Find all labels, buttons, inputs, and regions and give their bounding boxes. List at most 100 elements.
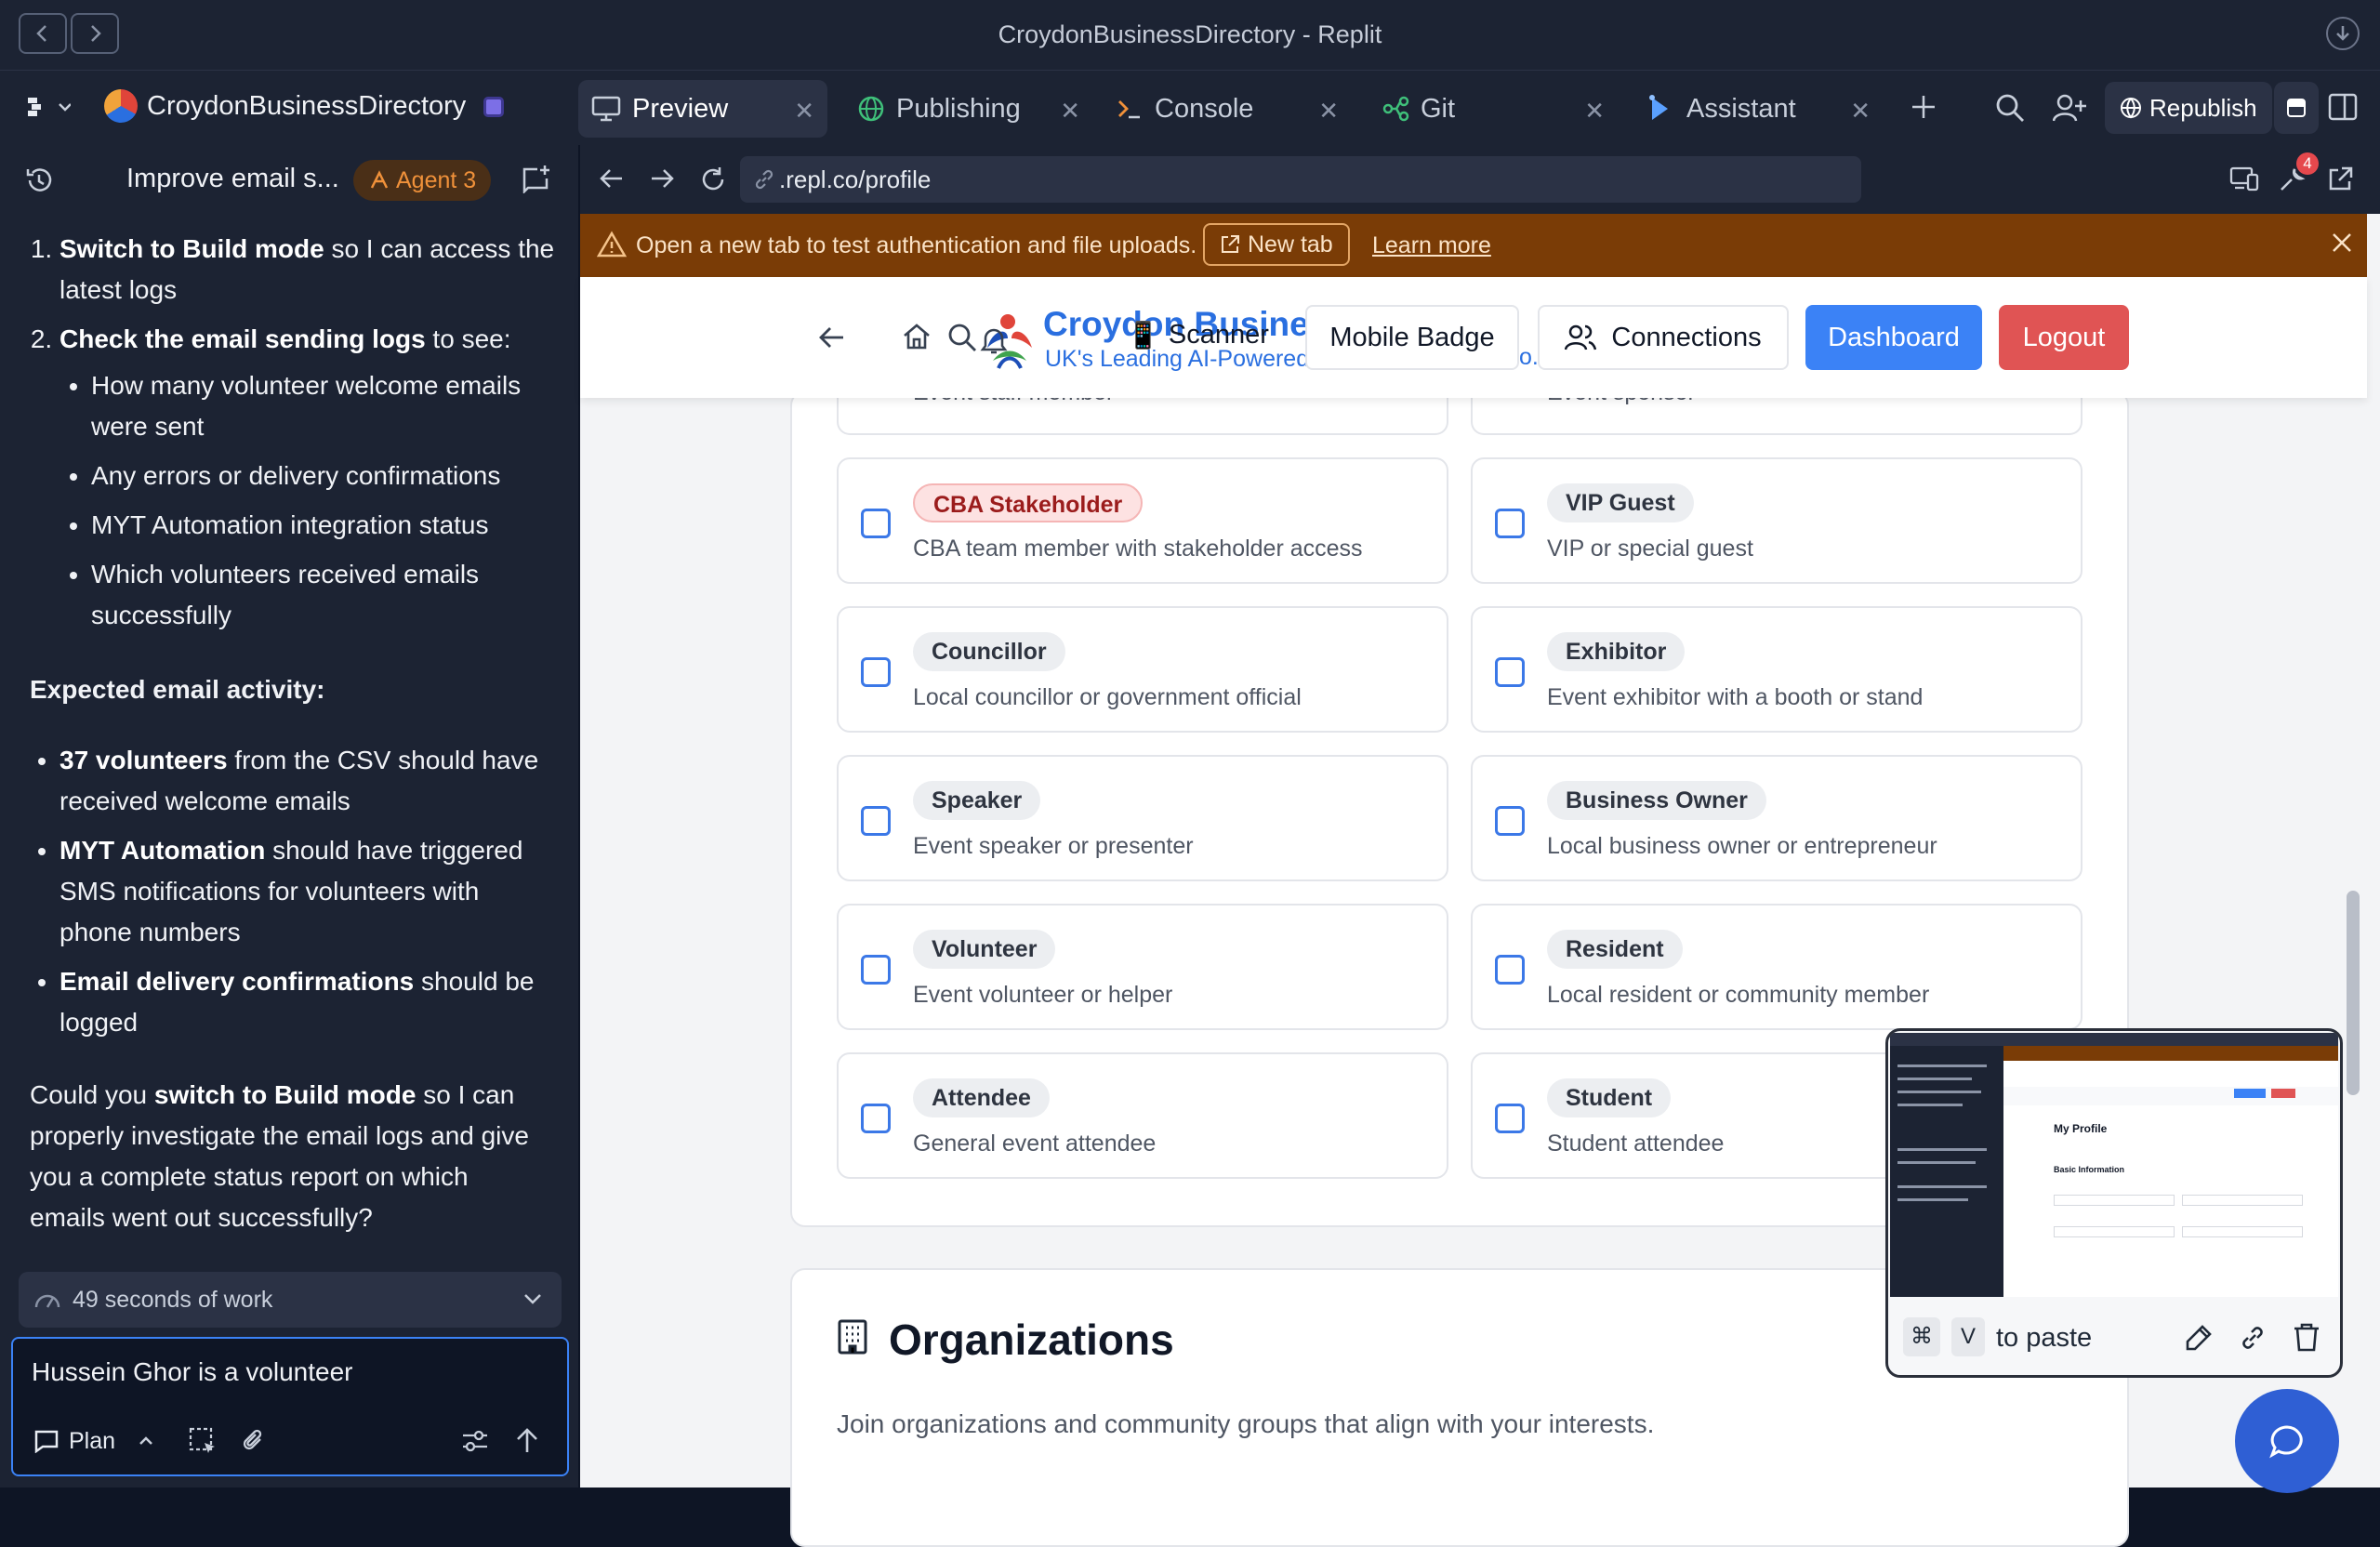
mobile-badge-button[interactable]: Mobile Badge	[1305, 305, 1519, 370]
role-checkbox[interactable]	[1495, 509, 1525, 538]
role-description: VIP or special guest	[1547, 536, 1753, 562]
close-icon[interactable]: ✕	[794, 97, 814, 126]
back-button[interactable]	[599, 165, 625, 192]
new-tab-button[interactable]	[1910, 93, 1937, 121]
mode-selector[interactable]: Plan	[33, 1422, 154, 1460]
role-card[interactable]: Councillor Local councillor or government…	[837, 606, 1448, 733]
role-checkbox[interactable]	[1495, 1104, 1525, 1133]
agent-badge[interactable]: Agent 3	[353, 160, 492, 201]
composer-input[interactable]: Hussein Ghor is a volunteer	[32, 1357, 353, 1387]
work-summary-toggle[interactable]: 49 seconds of work	[19, 1272, 562, 1328]
role-checkbox[interactable]	[861, 955, 891, 985]
download-icon	[2336, 26, 2349, 41]
v-key: V	[1951, 1317, 1985, 1356]
dashboard-button[interactable]: Dashboard	[1805, 305, 1982, 370]
role-card[interactable]: Resident Local resident or community memb…	[1471, 904, 2082, 1030]
role-description: General event attendee	[913, 1130, 1157, 1157]
tab-assistant[interactable]: Assistant ✕	[1634, 80, 1884, 138]
arrow-left-icon	[819, 327, 843, 348]
expected-list: 37 volunteers from the CSV should have r…	[28, 740, 558, 1051]
tab-publishing[interactable]: Publishing ✕	[844, 80, 1093, 138]
chat-title[interactable]: Improve email s...	[126, 164, 339, 194]
connections-button[interactable]: Connections	[1538, 305, 1789, 370]
close-icon[interactable]: ✕	[1318, 97, 1339, 126]
select-element-button[interactable]	[188, 1426, 218, 1456]
sliders-icon	[463, 1430, 487, 1452]
invite-button[interactable]	[2053, 93, 2086, 123]
back-button[interactable]	[818, 325, 846, 350]
replit-menu-icon	[28, 98, 71, 116]
history-button[interactable]	[24, 165, 54, 195]
annotate-button[interactable]	[2184, 1323, 2214, 1353]
send-button[interactable]	[513, 1426, 541, 1456]
role-checkbox[interactable]	[861, 806, 891, 836]
notifications-button[interactable]	[980, 325, 1008, 355]
open-external-button[interactable]	[2326, 165, 2354, 193]
support-chat-button[interactable]	[2235, 1389, 2339, 1493]
role-card[interactable]: Speaker Event speaker or presenter	[837, 755, 1448, 881]
tab-preview[interactable]: Preview ✕	[578, 80, 827, 138]
role-card[interactable]: Exhibitor Event exhibitor with a booth or…	[1471, 606, 2082, 733]
close-icon[interactable]: ✕	[1060, 97, 1080, 126]
download-button[interactable]	[2326, 17, 2360, 50]
role-checkbox[interactable]	[861, 509, 891, 538]
external-link-icon	[2329, 166, 2353, 191]
role-checkbox[interactable]	[1495, 657, 1525, 687]
terminal-icon	[1118, 100, 1140, 119]
search-button[interactable]	[946, 322, 978, 353]
role-checkbox[interactable]	[861, 657, 891, 687]
devices-button[interactable]	[2229, 165, 2259, 192]
toggle-panel-button[interactable]	[2328, 93, 2358, 121]
expected-heading: Expected email activity:	[30, 675, 325, 704]
close-icon[interactable]: ✕	[1584, 97, 1605, 126]
new-tab-button[interactable]: New tab	[1203, 223, 1350, 266]
role-checkbox[interactable]	[1495, 806, 1525, 836]
tab-git[interactable]: Git ✕	[1368, 80, 1618, 138]
new-chat-button[interactable]	[522, 164, 552, 193]
delete-button[interactable]	[2292, 1321, 2321, 1353]
learn-more-link[interactable]: Learn more	[1372, 232, 1491, 259]
tab-console[interactable]: Console ✕	[1103, 80, 1352, 138]
role-card[interactable]: Attendee General event attendee	[837, 1052, 1448, 1179]
plus-icon	[1912, 96, 1935, 118]
forward-button[interactable]	[649, 165, 675, 192]
reload-button[interactable]	[699, 165, 727, 193]
preview-scrollbar[interactable]	[2347, 891, 2360, 1095]
settings-sliders-button[interactable]	[461, 1428, 489, 1454]
search-button[interactable]	[1995, 93, 2025, 123]
role-badge: CBA Stakeholder	[913, 483, 1144, 522]
role-card[interactable]: Volunteer Event volunteer or helper	[837, 904, 1448, 1030]
scanner-button[interactable]: 📱 Scanner	[1127, 320, 1269, 350]
gauge-icon	[34, 1294, 60, 1308]
monitor-icon	[591, 96, 621, 122]
window-title: CroydonBusinessDirectory - Replit	[998, 20, 1382, 48]
clipboard-thumbnail[interactable]: My Profile Basic Information	[1890, 1033, 2338, 1297]
republish-label: Republish	[2149, 93, 2257, 122]
home-button[interactable]	[902, 322, 932, 351]
warning-icon	[597, 231, 627, 258]
role-checkbox[interactable]	[1495, 955, 1525, 985]
section-description: Join organizations and community groups …	[837, 1409, 1655, 1438]
attach-button[interactable]	[240, 1426, 268, 1456]
logout-button[interactable]: Logout	[1999, 305, 2129, 370]
arrow-left-icon	[600, 169, 622, 188]
project-name[interactable]: CroydonBusinessDirectory	[147, 91, 466, 122]
link-icon	[2242, 1327, 2263, 1349]
republish-options-button[interactable]	[2274, 82, 2319, 134]
paste-hint: to paste	[1996, 1323, 2093, 1353]
close-icon[interactable]: ✕	[1850, 97, 1871, 126]
globe-icon	[858, 96, 884, 122]
close-notice-button[interactable]	[2330, 231, 2354, 255]
pen-icon	[2186, 1325, 2212, 1351]
role-checkbox[interactable]	[861, 1104, 891, 1133]
work-summary-label: 49 seconds of work	[73, 1286, 273, 1313]
workspace-menu-button[interactable]	[26, 95, 71, 119]
role-card[interactable]: Business Owner Local business owner or en…	[1471, 755, 2082, 881]
closing-paragraph: Could you switch to Build mode so I can …	[30, 1080, 529, 1232]
copy-link-button[interactable]	[2238, 1323, 2268, 1353]
republish-button[interactable]: Republish	[2105, 82, 2272, 134]
url-field[interactable]: .repl.co/profile	[740, 156, 1861, 203]
role-card[interactable]: VIP Guest VIP or special guest	[1471, 457, 2082, 584]
role-card[interactable]: CBA Stakeholder CBA team member with stak…	[837, 457, 1448, 584]
tab-label: Git	[1421, 93, 1456, 124]
